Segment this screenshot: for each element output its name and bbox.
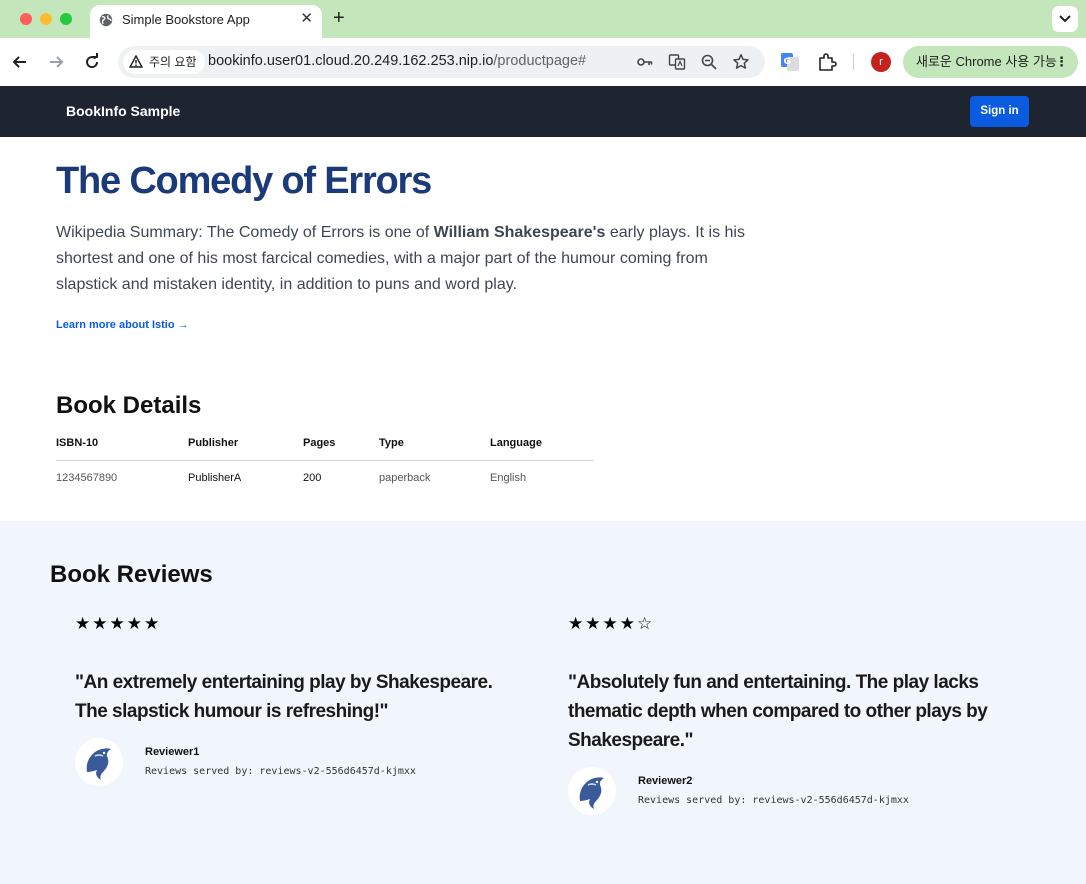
svg-text:G: G	[784, 57, 791, 67]
book-details-heading: Book Details	[56, 392, 202, 419]
url-host: bookinfo.user01.cloud.20.249.162.253.nip…	[208, 53, 494, 69]
site-brand[interactable]: BookInfo Sample	[66, 103, 180, 119]
zoom-icon[interactable]	[700, 53, 718, 71]
window-zoom-button[interactable]	[60, 13, 72, 25]
review-text: "An extremely entertaining play by Shake…	[75, 672, 493, 722]
url-text[interactable]: bookinfo.user01.cloud.20.249.162.253.nip…	[208, 53, 586, 69]
extensions-icon[interactable]	[817, 52, 837, 72]
learn-more-link[interactable]: Learn more about Istio →	[56, 319, 189, 331]
cell-type: paperback	[379, 472, 431, 485]
book-summary: Wikipedia Summary: The Comedy of Errors …	[56, 220, 756, 298]
chevron-down-icon	[1059, 15, 1071, 23]
security-chip[interactable]: 주의 요함	[123, 50, 205, 74]
reviewer-info: Reviewer2 Reviews served by: reviews-v2-…	[568, 767, 993, 817]
column-header-pages: Pages	[303, 426, 379, 461]
warning-icon	[129, 55, 143, 68]
web-page: BookInfo Sample Sign in The Comedy of Er…	[0, 86, 1086, 884]
tab-close-icon[interactable]: ✕	[300, 10, 313, 28]
translate-icon[interactable]	[668, 53, 686, 71]
review-card: ★★★★☆ "Absolutely fun and entertaining. …	[568, 615, 993, 817]
key-icon[interactable]	[636, 53, 654, 71]
address-bar[interactable]: 주의 요함 bookinfo.user01.cloud.20.249.162.2…	[118, 46, 765, 78]
summary-prefix: Wikipedia Summary: The Comedy of Errors …	[56, 224, 434, 241]
site-navbar: BookInfo Sample Sign in	[0, 86, 1086, 137]
chrome-update-button[interactable]: 새로운 Chrome 사용 가능 ⋮	[903, 46, 1078, 78]
toolbar-divider	[853, 54, 854, 70]
cell-language: English	[490, 472, 527, 485]
forward-icon[interactable]	[46, 52, 66, 72]
cell-pages: 200	[303, 472, 322, 485]
reviewer-name: Reviewer1	[145, 746, 200, 758]
chrome-update-label: 새로운 Chrome 사용 가능	[916, 54, 1057, 69]
table-row: 1234567890 PublisherA 200 paperback Engl…	[56, 460, 594, 492]
served-by-text: Reviews served by: reviews-v2-556d6457d-…	[145, 766, 416, 777]
dolphin-icon	[86, 748, 111, 780]
reviewer-avatar	[75, 738, 123, 786]
browser-toolbar: 주의 요함 bookinfo.user01.cloud.20.249.162.2…	[0, 38, 1086, 86]
served-by-text: Reviews served by: reviews-v2-556d6457d-…	[638, 795, 909, 806]
tab-title: Simple Bookstore App	[122, 12, 250, 27]
book-details-table: ISBN-10 Publisher Pages Type Language 12…	[56, 426, 594, 492]
cell-isbn: 1234567890	[56, 472, 118, 485]
reviews-section: Book Reviews ★★★★★ "An extremely enterta…	[0, 521, 1086, 884]
rating-stars: ★★★★★	[75, 614, 162, 633]
new-tab-icon[interactable]: +	[333, 7, 345, 29]
back-icon[interactable]	[10, 52, 30, 72]
url-path: /productpage#	[493, 53, 587, 69]
review-card: ★★★★★ "An extremely entertaining play by…	[75, 615, 525, 788]
security-chip-label: 주의 요함	[149, 55, 197, 69]
column-header-publisher: Publisher	[188, 426, 303, 461]
summary-author: William Shakespeare's	[433, 224, 606, 241]
profile-avatar[interactable]: r	[871, 52, 891, 72]
column-header-isbn: ISBN-10	[56, 426, 188, 461]
dolphin-icon	[579, 777, 604, 809]
review-text: "Absolutely fun and entertaining. The pl…	[568, 672, 988, 751]
reviewer-info: Reviewer1 Reviews served by: reviews-v2-…	[75, 738, 525, 788]
menu-dots-icon[interactable]: ⋮	[1055, 46, 1068, 78]
book-title: The Comedy of Errors	[56, 160, 432, 202]
reload-icon[interactable]	[82, 52, 102, 72]
column-header-language: Language	[490, 426, 594, 461]
browser-tab[interactable]: Simple Bookstore App ✕	[90, 5, 322, 38]
window-minimize-button[interactable]	[40, 13, 52, 25]
rating-stars: ★★★★☆	[568, 614, 655, 633]
reviewer-name: Reviewer2	[638, 775, 693, 787]
bookmark-star-icon[interactable]	[732, 53, 750, 71]
cell-publisher: PublisherA	[188, 472, 242, 485]
sign-in-button[interactable]: Sign in	[970, 96, 1029, 127]
tab-strip: Simple Bookstore App ✕ +	[0, 0, 1086, 38]
book-reviews-heading: Book Reviews	[50, 561, 213, 588]
table-header-row: ISBN-10 Publisher Pages Type Language	[56, 426, 594, 461]
reviewer-avatar	[568, 767, 616, 815]
window-close-button[interactable]	[20, 13, 32, 25]
globe-icon	[99, 13, 113, 27]
tab-search-button[interactable]	[1052, 6, 1078, 32]
google-translate-icon[interactable]: G	[780, 52, 800, 72]
column-header-type: Type	[379, 426, 490, 461]
